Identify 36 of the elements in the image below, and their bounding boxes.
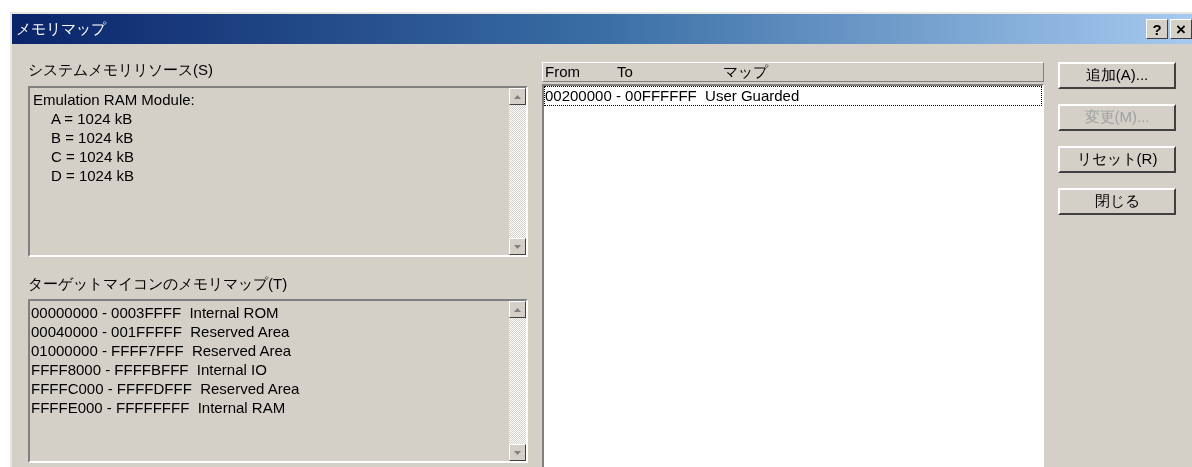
window-title: メモリマップ: [16, 18, 108, 39]
scroll-up-button[interactable]: [509, 88, 526, 105]
list-line: A = 1024 kB: [50, 109, 133, 128]
list-line: FFFFE000 - FFFFFFFF Internal RAM: [31, 398, 286, 417]
list-line: FFFFC000 - FFFFDFFF Reserved Area: [31, 379, 300, 398]
list-line: D = 1024 kB: [50, 166, 134, 185]
scrollbar[interactable]: [509, 301, 526, 461]
dialog-button[interactable]: 追加(A)...: [1058, 62, 1176, 89]
section-label: ターゲットマイコンのメモリマップ(T): [28, 274, 289, 294]
list-line: Emulation RAM Module:: [33, 90, 195, 109]
section-label: システムメモリリソース(S): [28, 60, 214, 80]
memory-map-listbox[interactable]: 00000000 - 0003FFFF Internal ROM 00040000 - 001FFFFF Reserved Area 01000000 - FFFF7FFF Reserved Area FFFF8000 - FFFFBFFF Internal IO FFFFC000 - FFFFDFFF Reserved Area FFFFE000 - FFFFFFFF Internal RAM: [28, 299, 528, 463]
down-arrow-icon: [514, 450, 521, 455]
list-line: 01000000 - FFFF7FFF Reserved Area: [31, 341, 292, 360]
list-line: C = 1024 kB: [50, 147, 134, 166]
list-line: 00040000 - 001FFFFF Reserved Area: [31, 322, 290, 341]
list-line: 00000000 - 0003FFFF Internal ROM: [31, 303, 279, 322]
scroll-up-button[interactable]: [509, 301, 526, 318]
scroll-down-button[interactable]: [509, 444, 526, 461]
help-button[interactable]: ?: [1146, 19, 1168, 39]
column-header[interactable]: To: [615, 63, 721, 81]
list-row[interactable]: 00200000 - 00FFFFFF User Guarded: [544, 86, 1042, 106]
up-arrow-icon: [514, 307, 521, 312]
close-button[interactable]: ×: [1170, 19, 1192, 39]
dialog-button[interactable]: 閉じる: [1058, 188, 1176, 215]
down-arrow-icon: [514, 244, 521, 249]
resource-listbox[interactable]: Emulation RAM Module: A = 1024 kB B = 1024 kB C = 1024 kB D = 1024 kB: [28, 86, 528, 257]
scrollbar[interactable]: [509, 88, 526, 255]
up-arrow-icon: [514, 94, 521, 99]
map-listbox[interactable]: 00200000 - 00FFFFFF User Guarded: [542, 84, 1044, 467]
column-header[interactable]: マップ: [721, 63, 1043, 81]
list-line: FFFF8000 - FFFFBFFF Internal IO: [31, 360, 267, 379]
scroll-down-button[interactable]: [509, 238, 526, 255]
column-header[interactable]: From: [543, 63, 615, 81]
list-line: B = 1024 kB: [50, 128, 134, 147]
dialog-button[interactable]: リセット(R): [1058, 146, 1176, 173]
